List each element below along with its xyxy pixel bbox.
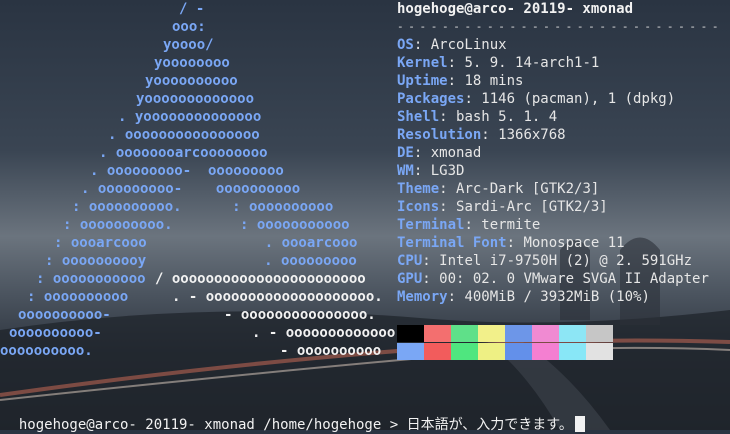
info-key: DE (397, 145, 414, 161)
color-swatch (424, 325, 451, 342)
info-value: ArcoLinux (430, 37, 507, 53)
logo-line: : oooooooooo. : oooooooooo (72, 199, 334, 215)
logo-line: . - ooooooooooooo. (252, 325, 404, 341)
info-row-kernel: Kernel: 5. 9. 14-arch1-1 (397, 55, 600, 71)
color-swatch (478, 343, 505, 360)
arco-ascii-logo: / - ooo: yoooo/ yoooooooo yoooooooooo yo… (0, 0, 404, 370)
info-value: Monospace 11 (523, 235, 625, 251)
info-key: Theme (397, 181, 440, 197)
logo-line: . oooooooarcoooooooo (99, 145, 268, 161)
info-value: 5. 9. 14-arch1-1 (464, 55, 600, 71)
user-host-title: hogehoge@arco- 20119- xmonad (397, 1, 634, 17)
logo-line: : oooooooooy . ooooooooo (45, 253, 357, 269)
info-value: 1146 (pacman), 1 (dpkg) (481, 91, 676, 107)
info-row-uptime: Uptime: 18 mins (397, 73, 524, 89)
info-value: 00: 02. 0 VMware SVGA II Adapter (439, 271, 709, 287)
info-key: Terminal (397, 217, 465, 233)
color-swatch (559, 325, 586, 342)
logo-line: oooooooooo. (0, 343, 93, 359)
info-key: Resolution (397, 127, 482, 143)
info-key: Uptime (397, 73, 448, 89)
color-swatch (424, 343, 451, 360)
info-row-resolution: Resolution: 1366x768 (397, 127, 566, 143)
logo-line: oooooooooo- (9, 325, 102, 341)
color-swatch (559, 343, 586, 360)
info-value: Intel i7-9750H (2) @ 2. 591GHz (439, 253, 693, 269)
logo-line: : oooooooooo. : ooooooooooo (63, 217, 350, 233)
color-swatch (505, 343, 532, 360)
shell-prompt-text: hogehoge@arco- 20119- xmonad /home/hogeh… (18, 417, 573, 433)
info-value: 1366x768 (498, 127, 566, 143)
logo-line: yoooooooo (154, 55, 230, 71)
info-row-memory: Memory: 400MiB / 3932MiB (10%) (397, 289, 650, 305)
logo-line: / - (179, 1, 205, 17)
logo-line: : oooarcooo . oooarcooo (54, 235, 358, 251)
info-key: CPU (397, 253, 423, 269)
info-value: Sardi-Arc [GTK2/3] (456, 199, 608, 215)
logo-line: yoooo/ (163, 37, 214, 53)
logo-line: : ooooooooooo (36, 271, 146, 287)
info-value: bash 5. 1. 4 (456, 109, 558, 125)
color-swatch (451, 343, 478, 360)
info-row-shell: Shell: bash 5. 1. 4 (397, 109, 558, 125)
info-row-terminal: Terminal: termite (397, 217, 541, 233)
info-row-wm: WM: LG3D (397, 163, 465, 179)
logo-line: ooo: (172, 19, 206, 35)
info-row-gpu: GPU: 00: 02. 0 VMware SVGA II Adapter (397, 271, 709, 287)
info-value: LG3D (430, 163, 465, 179)
logo-line: . ooooooooo- oooooooooo (81, 181, 301, 197)
color-swatch (451, 325, 478, 342)
color-swatch (397, 343, 424, 360)
color-swatch (397, 325, 424, 342)
logo-line: . ooooooooo- ooooooooo (90, 163, 284, 179)
color-swatch (586, 325, 613, 342)
info-key: Packages (397, 91, 465, 107)
info-value: termite (481, 217, 541, 233)
info-row-de: DE: xmonad (397, 145, 482, 161)
info-key: Shell (397, 109, 440, 125)
logo-line: yooooooooooooo (136, 91, 255, 107)
color-swatch (478, 325, 505, 342)
info-row-cpu: CPU: Intel i7-9750H (2) @ 2. 591GHz (397, 253, 693, 269)
color-swatch (505, 325, 532, 342)
info-value: Arc-Dark [GTK2/3] (456, 181, 600, 197)
info-key: Memory (397, 289, 448, 305)
info-value: xmonad (430, 145, 482, 161)
info-row-packages: Packages: 1146 (pacman), 1 (dpkg) (397, 91, 676, 107)
logo-line: oooooooooo- (18, 307, 111, 323)
info-value: 18 mins (464, 73, 524, 89)
color-swatch (532, 343, 559, 360)
logo-line: . yoooooooooooooo (118, 109, 262, 125)
separator-line: - - - - - - - - - - - - - - - - - - - - … (397, 20, 718, 33)
info-key: GPU (397, 271, 423, 287)
info-key: Terminal Font (397, 235, 507, 251)
info-value: 400MiB / 3932MiB (10%) (464, 289, 650, 305)
color-swatch (586, 343, 613, 360)
color-palette (397, 325, 613, 361)
info-key: Kernel (397, 55, 448, 71)
logo-line: . - oooooooooooooooooooo. (172, 289, 383, 305)
shell-prompt-line[interactable]: hogehoge@arco- 20119- xmonad /home/hogeh… (2, 398, 585, 434)
info-key: Icons (397, 199, 440, 215)
logo-line: - ooooooooooooooo. (224, 307, 376, 323)
info-row-os: OS: ArcoLinux (397, 37, 507, 53)
logo-line: : oooooooooo (27, 289, 129, 305)
logo-line: / ooooooooooooooooooooooo (155, 271, 366, 287)
info-row-icons: Icons: Sardi-Arc [GTK2/3] (397, 199, 608, 215)
info-row-theme: Theme: Arc-Dark [GTK2/3] (397, 181, 600, 197)
logo-line: yoooooooooo (145, 73, 238, 89)
info-key: OS (397, 37, 414, 53)
logo-line: . oooooooooooooooo (108, 127, 260, 143)
color-swatch (532, 325, 559, 342)
logo-line: - oooooooooo (280, 343, 382, 359)
info-key: WM (397, 163, 414, 179)
info-row-terminal-font: Terminal Font: Monospace 11 (397, 235, 625, 251)
